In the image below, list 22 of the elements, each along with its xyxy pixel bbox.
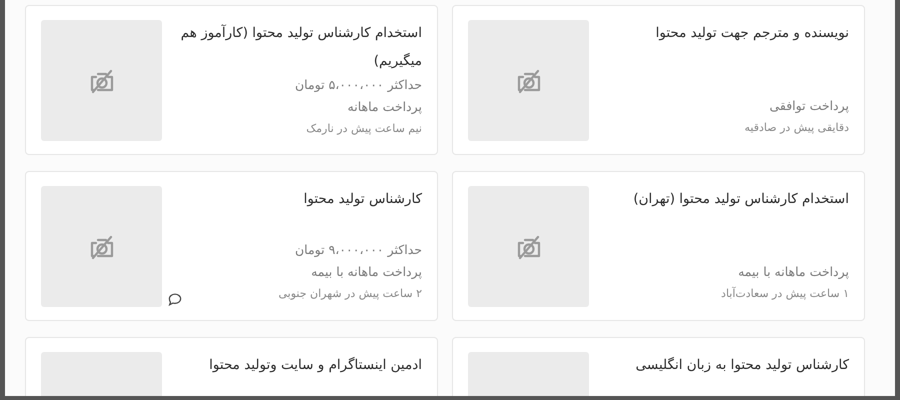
payment-text: پرداخت ماهانه xyxy=(346,98,422,116)
payment-text: پرداخت ماهانه با بیمه xyxy=(310,263,422,281)
salary-text: حداکثر ۵،۰۰۰،۰۰۰ تومان xyxy=(294,76,422,94)
listing-card[interactable]: نویسنده و مترجم جهت تولید محتوا پرداخت توافقی دقایقی پیش در صادقیه xyxy=(452,5,865,155)
listing-title: کارشناس تولید محتوا xyxy=(302,190,422,209)
time-location-text: ۲ ساعت پیش در شهران جنوبی xyxy=(278,286,422,302)
listing-card[interactable]: کارشناس تولید محتوا به زبان انگلیسی xyxy=(452,337,865,396)
salary-text: حداکثر ۹،۰۰۰،۰۰۰ تومان xyxy=(294,241,422,259)
listing-card[interactable]: استخدام کارشناس تولید محتوا (تهران) پرداخت ماهانه با بیمه ۱ ساعت پیش در سعادت‌آباد xyxy=(452,171,865,321)
listing-title: استخدام کارشناس تولید محتوا (کارآموز هم میگیریم) xyxy=(180,24,422,71)
payment-text: پرداخت ماهانه با بیمه xyxy=(737,263,849,281)
listing-title: نویسنده و مترجم جهت تولید محتوا xyxy=(654,24,849,43)
time-location-text: ۱ ساعت پیش در سعادت‌آباد xyxy=(720,286,849,302)
time-location-text: دقایقی پیش در صادقیه xyxy=(744,120,849,136)
listing-card[interactable]: استخدام کارشناس تولید محتوا (کارآموز هم میگیریم) حداکثر ۵،۰۰۰،۰۰۰ تومان پرداخت ماهانه نیم ساعت پیش در نارمک xyxy=(25,5,438,155)
payment-text: پرداخت توافقی xyxy=(768,97,849,115)
listing-title: ادمین اینستاگرام و سایت وتولید محتوا xyxy=(208,356,422,375)
listing-card[interactable]: ادمین اینستاگرام و سایت وتولید محتوا xyxy=(25,337,438,396)
listing-card[interactable]: کارشناس تولید محتوا حداکثر ۹،۰۰۰،۰۰۰ تومان پرداخت ماهانه با بیمه ۲ ساعت پیش در شهران جنوبی xyxy=(25,171,438,321)
listing-title: استخدام کارشناس تولید محتوا (تهران) xyxy=(632,190,849,209)
listing-title: کارشناس تولید محتوا به زبان انگلیسی xyxy=(634,356,849,375)
time-location-text: نیم ساعت پیش در نارمک xyxy=(305,121,422,137)
